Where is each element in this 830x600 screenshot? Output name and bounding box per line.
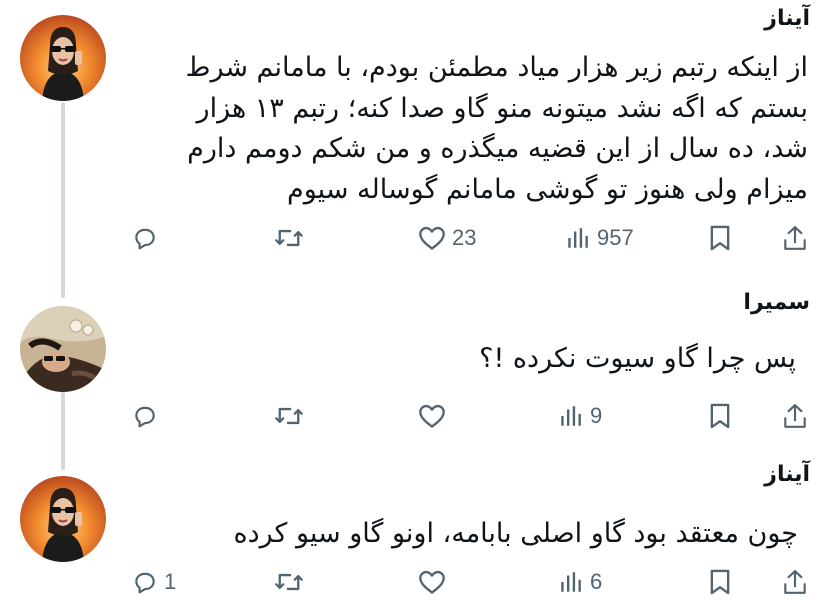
heart-icon <box>419 404 445 428</box>
tweet-text: پس چرا گاو سیوت نکرده !؟ <box>479 339 796 380</box>
tweet-text-line: چون معتقد بود گاو اصلی بابامه، اونو گاو … <box>233 518 798 549</box>
view-count: 9 <box>590 403 603 428</box>
reply-icon <box>135 572 155 594</box>
retweet-button[interactable] <box>274 218 304 258</box>
retweet-icon <box>275 573 303 591</box>
reply-icon <box>135 228 155 250</box>
tweet-actions: 1 6 <box>0 562 830 600</box>
like-button[interactable] <box>418 562 452 600</box>
tweet-text-line: شد، ده سال از این قضیه میگذره و من شکم د… <box>187 133 808 164</box>
tweet-text-line: میزام ولی هنوز تو گوشی مامانم گوساله سیو… <box>287 173 808 205</box>
tweet-text-line: پس چرا گاو سیوت نکرده !؟ <box>479 343 796 374</box>
views-button[interactable]: 957 <box>565 218 634 258</box>
retweet-icon <box>275 407 303 425</box>
like-count: 23 <box>452 225 477 250</box>
share-icon <box>784 570 806 594</box>
avatar[interactable] <box>20 15 106 101</box>
bookmark-button[interactable] <box>708 396 732 436</box>
tweet-actions: 23 957 <box>0 218 830 258</box>
views-icon <box>568 228 588 248</box>
retweet-icon <box>275 229 303 247</box>
heart-icon <box>419 570 445 594</box>
author-name[interactable]: آیناز <box>764 462 810 487</box>
view-count: 957 <box>597 225 634 250</box>
views-icon <box>561 572 581 592</box>
views-button[interactable]: 9 <box>558 396 602 436</box>
share-icon <box>784 226 806 250</box>
retweet-button[interactable] <box>274 396 304 436</box>
author-name[interactable]: سمیرا <box>743 290 810 315</box>
reply-button[interactable] <box>132 218 164 258</box>
reply-button[interactable]: 1 <box>132 562 176 600</box>
tweet-text-line: از اینکه رتبم زیر هزار میاد مطمئن بودم، … <box>185 52 808 83</box>
reply-count: 1 <box>164 569 177 594</box>
heart-icon <box>419 226 445 250</box>
reply-button[interactable] <box>132 396 164 436</box>
reply-icon <box>135 406 155 428</box>
share-icon <box>784 404 806 428</box>
avatar[interactable] <box>20 306 106 392</box>
thread-line <box>61 102 65 298</box>
tweet-text: از اینکه رتبم زیر هزار میاد مطمئن بودم، … <box>185 48 808 210</box>
tweet-text-line: بستم که اگه نشد میتونه منو گاو صدا کنه؛ … <box>196 92 808 124</box>
tweet-actions: 9 <box>0 396 830 436</box>
tweet-text: چون معتقد بود گاو اصلی بابامه، اونو گاو … <box>233 514 798 555</box>
views-button[interactable]: 6 <box>558 562 602 600</box>
share-button[interactable] <box>782 396 808 436</box>
bookmark-button[interactable] <box>708 218 732 258</box>
avatar[interactable] <box>20 476 106 562</box>
author-name[interactable]: آیناز <box>764 6 810 31</box>
share-button[interactable] <box>782 218 808 258</box>
share-button[interactable] <box>782 562 808 600</box>
views-icon <box>561 406 581 426</box>
bookmark-button[interactable] <box>708 562 732 600</box>
bookmark-icon <box>710 569 730 595</box>
bookmark-icon <box>710 403 730 429</box>
like-button[interactable] <box>418 396 452 436</box>
like-button[interactable]: 23 <box>418 218 476 258</box>
bookmark-icon <box>710 225 730 251</box>
view-count: 6 <box>590 569 603 594</box>
retweet-button[interactable] <box>274 562 304 600</box>
